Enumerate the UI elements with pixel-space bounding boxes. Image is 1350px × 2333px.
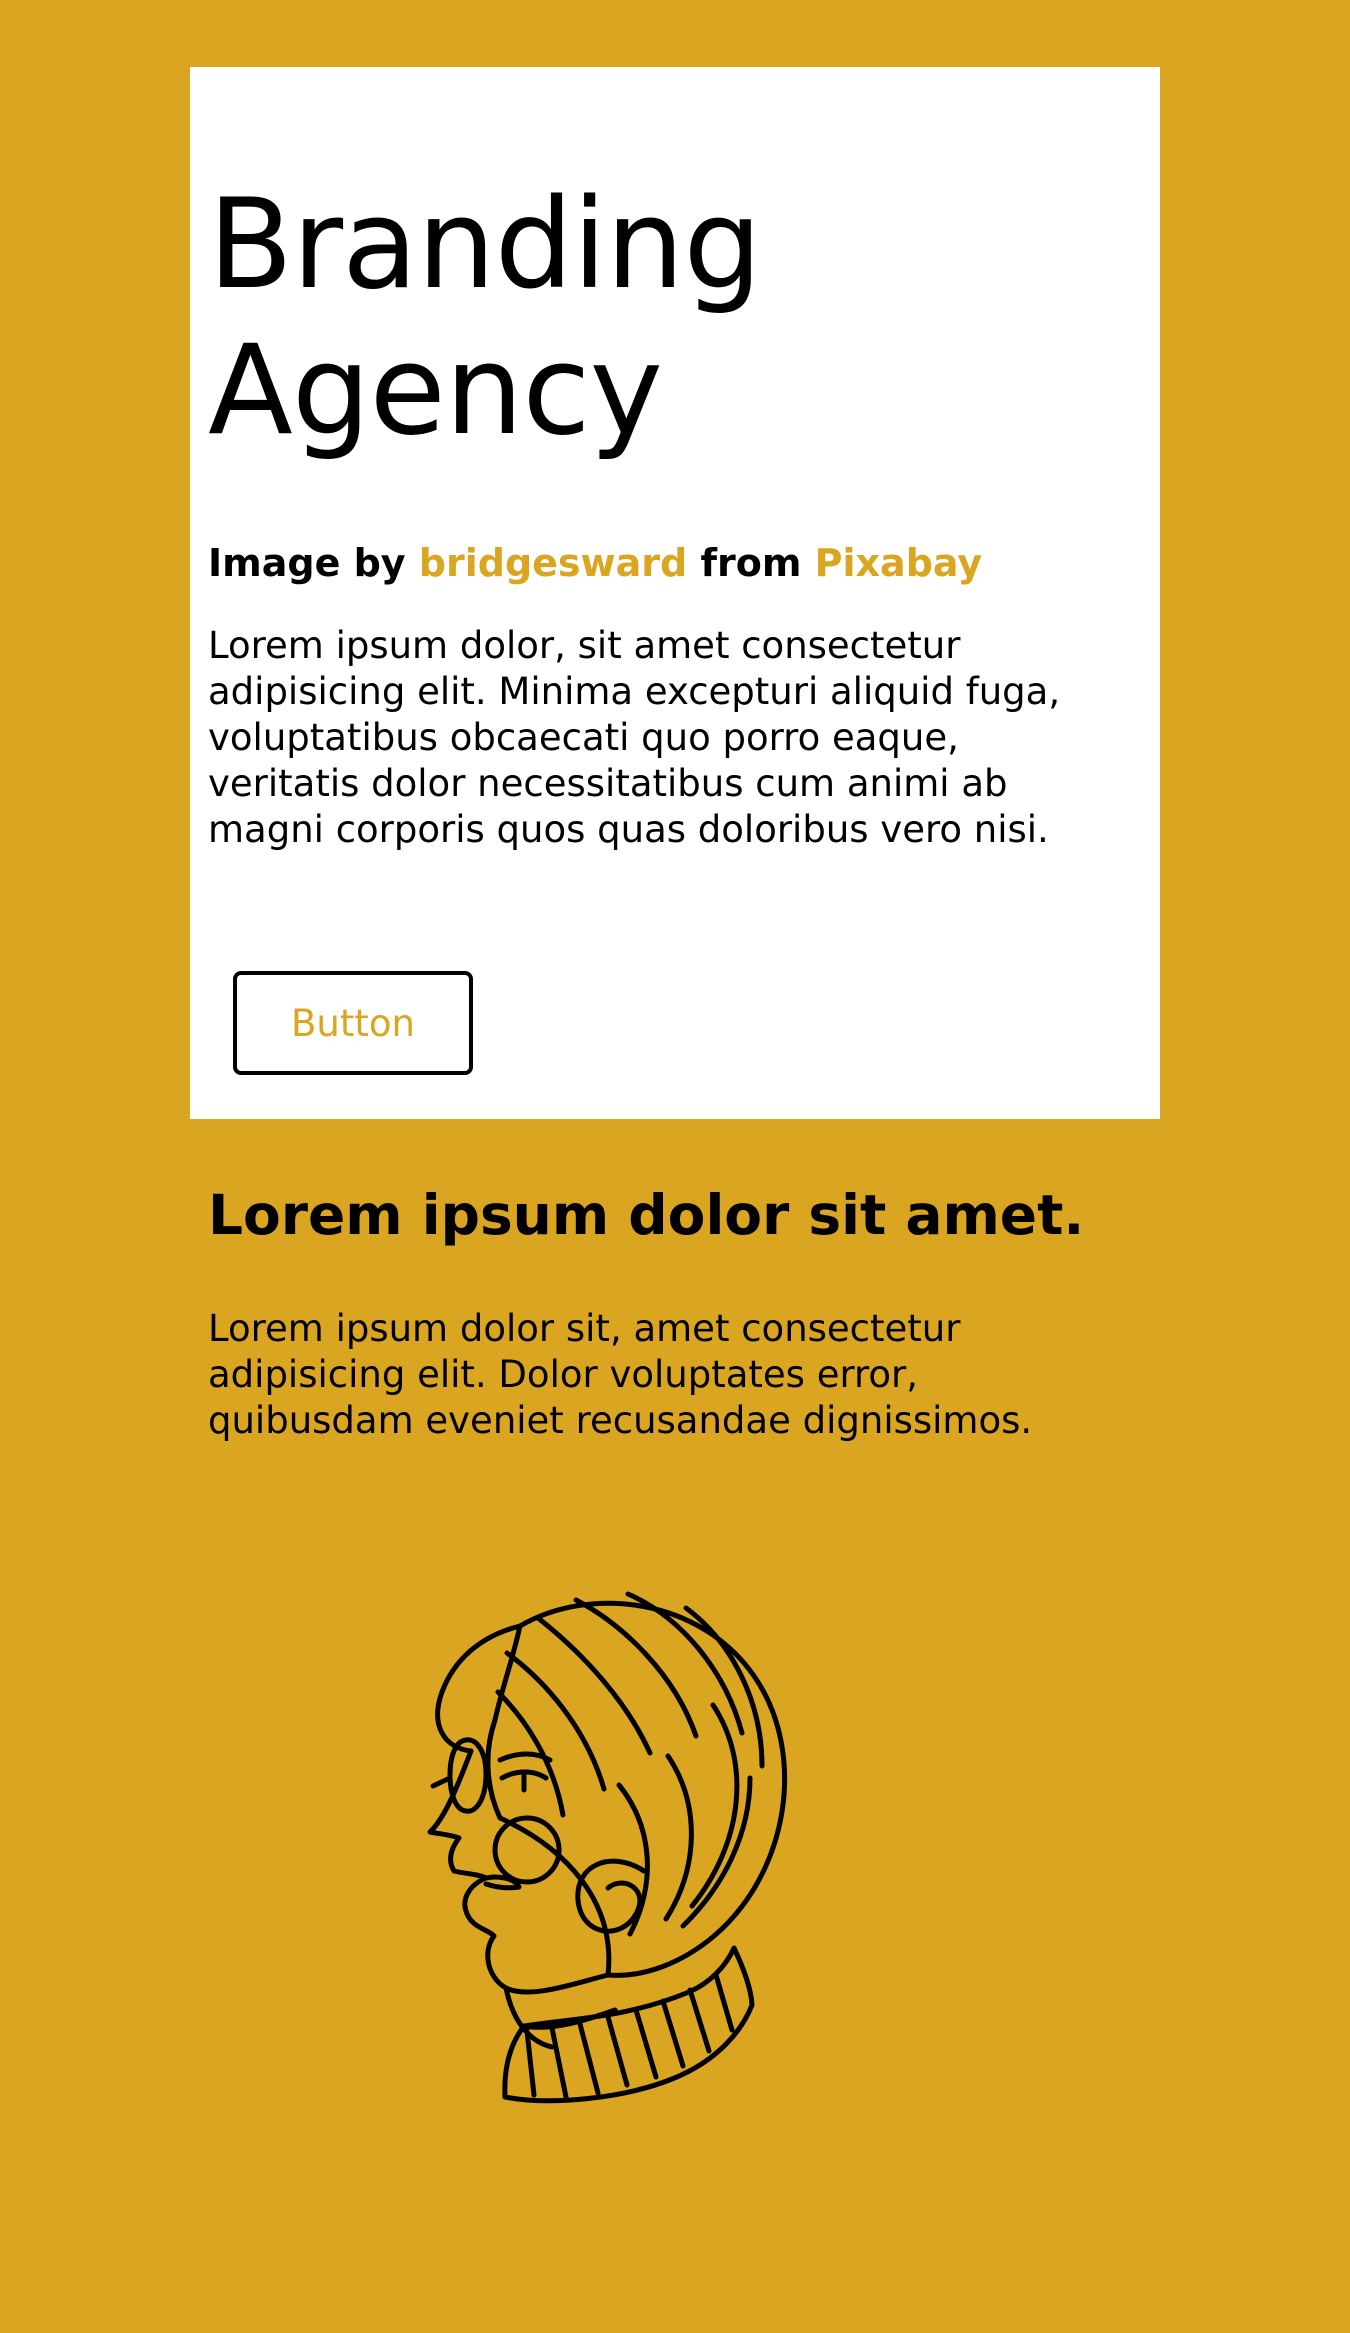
- image-credit: Image by bridgesward from Pixabay: [208, 537, 982, 589]
- author-link[interactable]: bridgesward: [419, 541, 687, 585]
- source-link[interactable]: Pixabay: [815, 541, 982, 585]
- hero-title-line-2: Agency: [208, 319, 663, 463]
- credit-prefix: Image by: [208, 541, 419, 585]
- section-text: Lorem ipsum dolor sit, amet consectetur …: [208, 1307, 1033, 1442]
- hero-title: Branding Agency: [208, 172, 762, 464]
- hero-title-line-1: Branding: [208, 173, 762, 317]
- section-title: Lorem ipsum dolor sit amet.: [208, 1183, 1085, 1247]
- hero-card: Branding Agency Image by bridgesward fro…: [190, 67, 1160, 1119]
- primary-button[interactable]: Button: [233, 971, 473, 1075]
- hero-description: Lorem ipsum dolor, sit amet consectetur …: [208, 624, 1061, 851]
- woman-profile-line-art-icon: [370, 1580, 790, 2140]
- credit-middle: from: [687, 541, 815, 585]
